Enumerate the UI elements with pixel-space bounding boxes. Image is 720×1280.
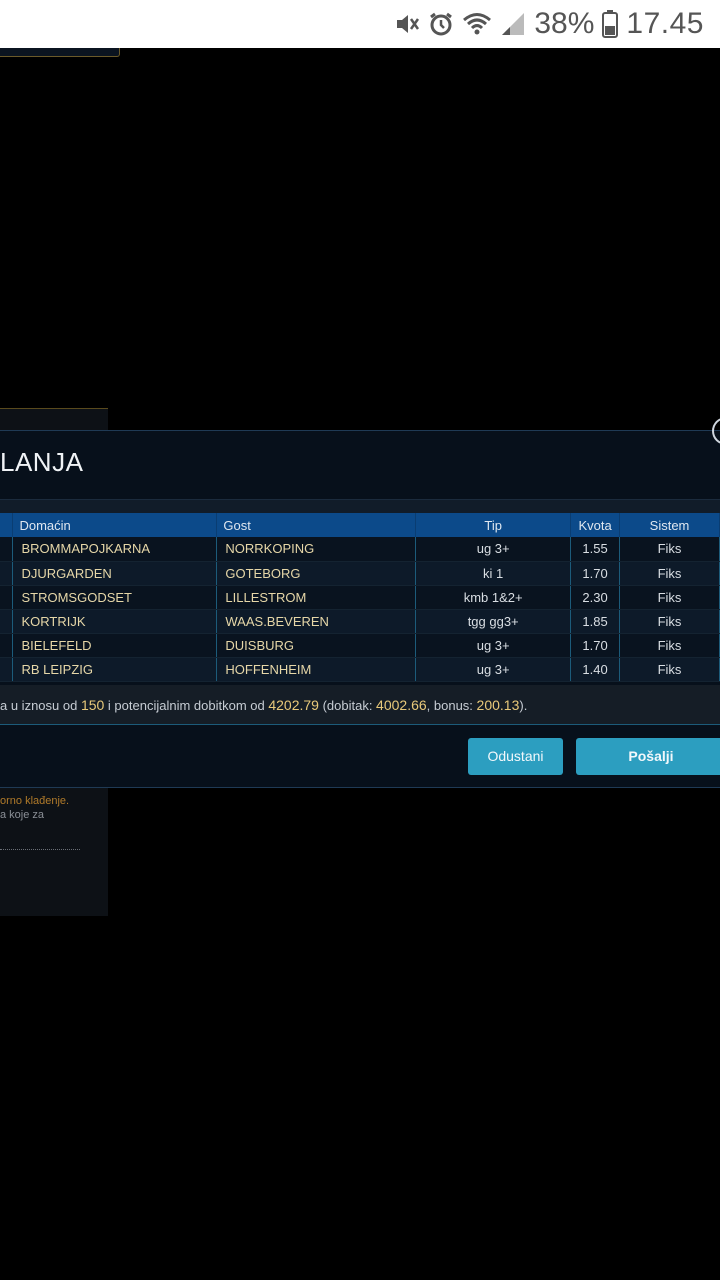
summary-text-1: a u iznosu od <box>0 698 81 713</box>
background-header-tab <box>0 48 120 57</box>
table-row: DJURGARDEN GOTEBORG ki 1 1.70 Fiks <box>0 561 720 586</box>
table-row: BROMMAPOJKARNA NORRKOPING ug 3+ 1.55 Fik… <box>0 537 720 562</box>
send-button[interactable]: Pošalji <box>576 738 720 775</box>
home-team: BIELEFELD <box>12 633 218 658</box>
odds: 1.55 <box>570 537 621 562</box>
battery-percent: 38% <box>534 7 595 40</box>
header-edge <box>0 513 14 537</box>
tip: ug 3+ <box>415 657 572 682</box>
system: Fiks <box>619 657 720 682</box>
ticket-summary: a u iznosu od 150 i potencijalnim dobitk… <box>0 685 720 725</box>
row-edge <box>0 585 14 610</box>
odds: 1.70 <box>570 561 621 586</box>
summary-text-5: ). <box>519 698 528 713</box>
summary-text-2: i potencijalnim dobitkom od <box>104 698 269 713</box>
bonus-amount: 200.13 <box>476 697 520 713</box>
guest-team: LILLESTROM <box>216 585 417 610</box>
header-system: Sistem <box>619 513 720 537</box>
tip: ug 3+ <box>415 633 572 658</box>
row-edge <box>0 561 14 586</box>
table-row: KORTRIJK WAAS.BEVEREN tgg gg3+ 1.85 Fiks <box>0 609 720 634</box>
alarm-icon <box>430 12 453 36</box>
row-edge <box>0 657 14 682</box>
modal-title: LANJA <box>0 447 84 477</box>
summary-text-3: (dobitak: <box>318 698 377 713</box>
row-edge <box>0 537 14 562</box>
cancel-button[interactable]: Odustani <box>468 738 563 775</box>
home-team: BROMMAPOJKARNA <box>12 537 218 562</box>
header-home: Domaćin <box>12 513 218 537</box>
system: Fiks <box>619 561 720 586</box>
guest-team: NORRKOPING <box>216 537 417 562</box>
table-row: BIELEFELD DUISBURG ug 3+ 1.70 Fiks <box>0 633 720 658</box>
system: Fiks <box>619 633 720 658</box>
guest-team: DUISBURG <box>216 633 417 658</box>
system: Fiks <box>619 609 720 634</box>
odds: 1.40 <box>570 657 621 682</box>
header-guest: Gost <box>216 513 417 537</box>
home-team: STROMSGODSET <box>12 585 218 610</box>
odds: 1.85 <box>570 609 621 634</box>
odds: 1.70 <box>570 633 621 658</box>
guest-team: GOTEBORG <box>216 561 417 586</box>
tip: tgg gg3+ <box>415 609 572 634</box>
win-amount: 4002.66 <box>376 697 427 713</box>
bets-table: Domaćin Gost Tip Kvota Sistem BROMMAPOJK… <box>0 513 720 682</box>
close-icon[interactable] <box>712 417 720 445</box>
clock: 17.45 <box>626 7 704 40</box>
table-row: RB LEIPZIG HOFFENHEIM ug 3+ 1.40 Fiks <box>0 657 720 682</box>
background-divider <box>0 849 80 850</box>
system: Fiks <box>619 585 720 610</box>
header-odds: Kvota <box>570 513 621 537</box>
confirm-ticket-modal: LANJA Domaćin Gost Tip Kvota Sistem BROM… <box>0 417 720 788</box>
summary-text-4: , bonus: <box>426 698 477 713</box>
background-note-line1: orno klađenje. <box>0 795 70 807</box>
row-edge <box>0 633 14 658</box>
tip: ki 1 <box>415 561 572 586</box>
guest-team: HOFFENHEIM <box>216 657 417 682</box>
wifi-icon <box>463 13 492 35</box>
potential-win-amount: 4202.79 <box>268 697 319 713</box>
header-tip: Tip <box>415 513 572 537</box>
odds: 2.30 <box>570 585 621 610</box>
system: Fiks <box>619 537 720 562</box>
mute-icon <box>397 15 420 33</box>
status-bar: 38% 17.45 <box>0 0 720 48</box>
table-row: STROMSGODSET LILLESTROM kmb 1&2+ 2.30 Fi… <box>0 585 720 610</box>
signal-icon <box>502 13 525 35</box>
home-team: DJURGARDEN <box>12 561 218 586</box>
battery-icon <box>602 10 619 38</box>
tip: kmb 1&2+ <box>415 585 572 610</box>
home-team: KORTRIJK <box>12 609 218 634</box>
background-note: orno klađenje. a koje za <box>0 794 108 822</box>
home-team: RB LEIPZIG <box>12 657 218 682</box>
table-header-row: Domaćin Gost Tip Kvota Sistem <box>0 513 720 537</box>
guest-team: WAAS.BEVEREN <box>216 609 417 634</box>
row-edge <box>0 609 14 634</box>
title-separator <box>0 499 720 513</box>
tip: ug 3+ <box>415 537 572 562</box>
background-note-line2: a koje za <box>0 809 45 821</box>
stake-amount: 150 <box>80 697 105 713</box>
